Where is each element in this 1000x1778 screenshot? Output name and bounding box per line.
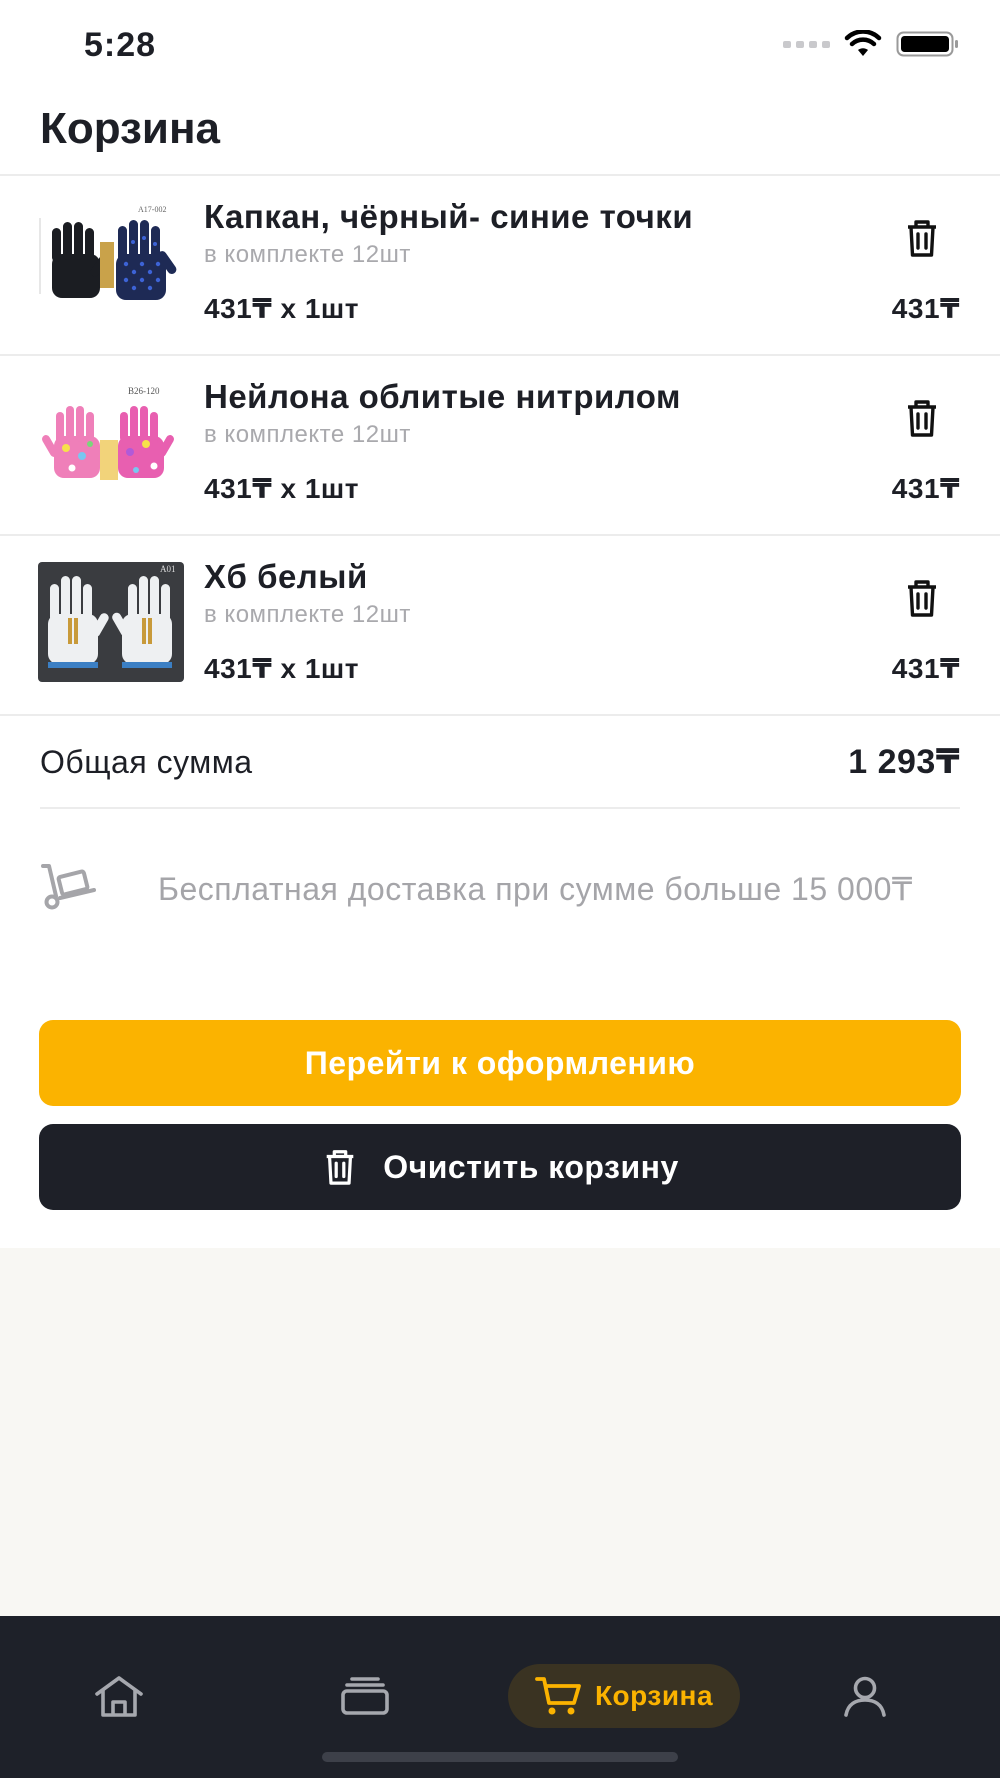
cart-item[interactable]: A01 Хб белый в комплекте 12шт 431₸ x 1шт…: [0, 536, 1000, 714]
remove-item-button[interactable]: [902, 216, 942, 260]
remove-item-button[interactable]: [902, 576, 942, 620]
product-line-total: 431₸: [891, 293, 960, 324]
clear-cart-button-label: Очистить корзину: [383, 1148, 679, 1185]
wifi-icon: [844, 30, 882, 56]
product-image-black-gloves[interactable]: A17-002: [38, 202, 184, 322]
trash-icon: [326, 1150, 354, 1185]
product-pack-size: в комплекте 12шт: [204, 601, 411, 628]
product-line-total: 431₸: [891, 473, 960, 504]
product-image-white-gloves[interactable]: A01: [38, 562, 184, 682]
nav-profile[interactable]: [834, 1664, 896, 1728]
product-price-quantity: 431₸ x 1шт: [204, 473, 359, 504]
signal-icon: [783, 40, 830, 48]
svg-text:A17-002: A17-002: [138, 205, 166, 214]
product-image-pink-gloves[interactable]: B26-120: [38, 382, 184, 502]
item-divider: [0, 714, 1000, 716]
product-line-total: 431₸: [891, 653, 960, 684]
trash-icon: [908, 400, 936, 437]
clear-cart-button[interactable]: Очистить корзину: [39, 1124, 961, 1210]
product-name[interactable]: Нейлона облитые нитрилом: [204, 378, 681, 416]
product-name[interactable]: Хб белый: [204, 558, 368, 596]
total-divider: [40, 807, 960, 809]
home-icon: [95, 1676, 143, 1717]
cart-item[interactable]: B26-120 Нейлона облитые нитрилом в компл…: [0, 356, 1000, 534]
product-pack-size: в комплекте 12шт: [204, 421, 411, 448]
checkout-button[interactable]: Перейти к оформлению: [39, 1020, 961, 1106]
product-pack-size: в комплекте 12шт: [204, 241, 411, 268]
nav-cart[interactable]: Корзина: [508, 1664, 740, 1728]
trash-icon: [908, 220, 936, 257]
product-name[interactable]: Капкан, чёрный- синие точки: [204, 198, 693, 236]
remove-item-button[interactable]: [902, 396, 942, 440]
total-label: Общая сумма: [40, 744, 253, 780]
nav-home[interactable]: [88, 1664, 150, 1728]
free-delivery-note: Бесплатная доставка при сумме больше 15 …: [158, 871, 913, 907]
catalog-icon: [341, 1677, 389, 1715]
cart-icon: [535, 1677, 581, 1715]
svg-text:B26-120: B26-120: [128, 386, 160, 396]
product-price-quantity: 431₸ x 1шт: [204, 293, 359, 324]
profile-icon: [844, 1676, 886, 1717]
product-price-quantity: 431₸ x 1шт: [204, 653, 359, 684]
battery-icon: [896, 31, 958, 57]
cart-item[interactable]: A17-002 Капкан, чёрный- синие точки в ко…: [0, 176, 1000, 354]
checkout-button-label: Перейти к оформлению: [304, 1044, 696, 1081]
home-indicator: [322, 1752, 678, 1762]
total-value: 1 293₸: [848, 743, 960, 781]
status-time: 5:28: [84, 26, 157, 64]
nav-cart-label: Корзина: [594, 1680, 714, 1711]
status-icons: [783, 30, 960, 58]
page-title: Корзина: [40, 104, 220, 153]
trash-icon: [908, 580, 936, 617]
nav-catalog[interactable]: [334, 1664, 396, 1728]
delivery-cart-icon: [41, 864, 96, 910]
svg-text:A01: A01: [160, 564, 176, 574]
